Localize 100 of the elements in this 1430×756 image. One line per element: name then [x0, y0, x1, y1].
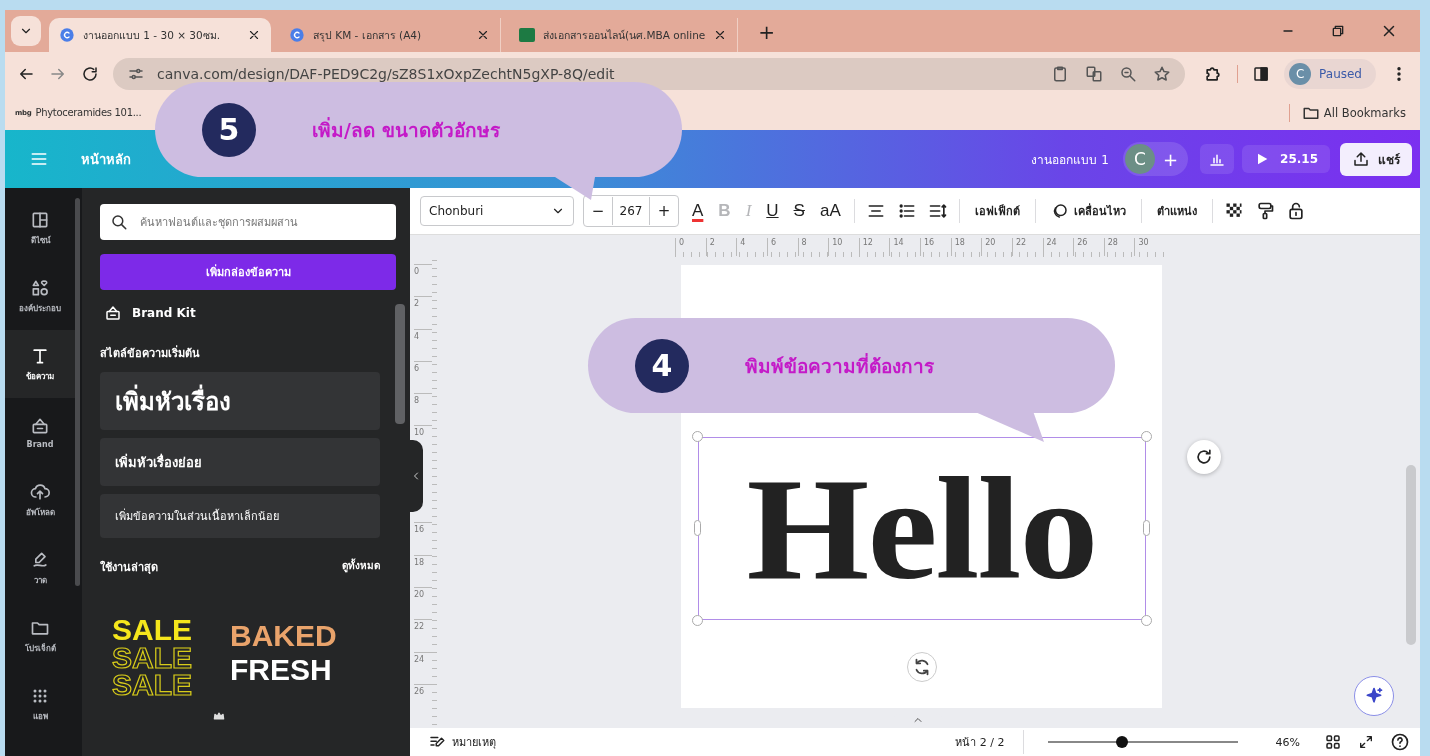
- search-icon: [110, 213, 128, 231]
- increase-button[interactable]: +: [650, 202, 678, 220]
- zoom-slider-thumb[interactable]: [1116, 736, 1129, 748]
- resize-handle[interactable]: [1140, 431, 1152, 442]
- collapse-panel-handle[interactable]: [410, 440, 423, 512]
- text-style-option[interactable]: เพิ่มหัวเรื่องย่อย: [100, 438, 380, 486]
- font-dropdown[interactable]: Chonburi: [420, 196, 574, 226]
- ruler-label: 20: [414, 586, 432, 620]
- brand-kit-link[interactable]: Brand Kit: [104, 304, 396, 322]
- sidebar-item[interactable]: ข้อความ: [5, 330, 75, 398]
- logo-icon: [289, 27, 305, 43]
- ruler-label: 6: [414, 360, 432, 394]
- text-style-option[interactable]: เพิ่มหัวเรื่อง: [100, 372, 380, 430]
- close-icon[interactable]: [247, 28, 261, 42]
- resize-handle[interactable]: [1140, 615, 1152, 626]
- tab-title: ส่งเอกสารออนไลน์(นศ.MBA online: [543, 27, 706, 43]
- sparkle-icon: [1364, 686, 1384, 706]
- translate-icon[interactable]: [1085, 64, 1104, 83]
- sidebar-item[interactable]: องค์ประกอบ: [5, 262, 75, 330]
- animate-button[interactable]: เคลื่อนไหว: [1046, 202, 1130, 220]
- address-bar[interactable]: canva.com/design/DAF-PED9C2g/sZ8S1xOxpZechtN5gXP-8Q/edit: [113, 57, 1186, 90]
- ruler-label: 4: [736, 238, 767, 256]
- ruler-label: 30: [1134, 238, 1165, 256]
- zoom-percent[interactable]: 46%: [1275, 735, 1300, 749]
- side-panel-icon[interactable]: [1252, 64, 1271, 83]
- restore-icon[interactable]: [1330, 23, 1346, 39]
- ruler-label: 22: [414, 619, 432, 652]
- strike-button[interactable]: S: [791, 201, 807, 221]
- resize-handle[interactable]: [1142, 520, 1150, 536]
- page-indicator[interactable]: หน้า 2 / 2: [955, 733, 1005, 751]
- close-icon[interactable]: [476, 28, 490, 42]
- resize-handle[interactable]: [693, 520, 701, 536]
- add-textbox-button[interactable]: เพิ่มกล่องข้อความ: [100, 254, 396, 290]
- text-style-option[interactable]: เพิ่มข้อความในส่วนเนื้อหาเล็กน้อย: [100, 494, 380, 538]
- ruler-label: 0: [675, 238, 706, 256]
- design-title[interactable]: งานออกแบบ 1: [1031, 149, 1109, 169]
- timer: 25.15: [1280, 152, 1318, 166]
- search-field[interactable]: ค้นหาฟอนต์และชุดการผสมผสาน: [100, 204, 396, 240]
- resize-handle[interactable]: [691, 431, 703, 442]
- all-bookmarks-label: All Bookmarks: [1323, 105, 1406, 120]
- effects-button[interactable]: เอฟเฟ็กต์: [970, 202, 1024, 220]
- ruler-label: 4: [414, 328, 432, 361]
- template-text: BAKED: [230, 622, 337, 650]
- resize-handle[interactable]: [691, 615, 703, 626]
- spreadsheet-icon: [519, 28, 535, 42]
- case-button[interactable]: aA: [817, 201, 843, 221]
- notes-button[interactable]: หมายเหตุ: [428, 733, 496, 751]
- reload-icon[interactable]: [81, 64, 99, 83]
- section-title: ใช้งานล่าสุด: [100, 559, 158, 576]
- template-thumbnail[interactable]: BAKED FRESH: [230, 616, 337, 699]
- template-thumbnail[interactable]: SALE SALE SALE: [112, 616, 192, 699]
- ruler-label: 8: [414, 393, 432, 426]
- scrollbar[interactable]: [395, 304, 405, 424]
- sidebar-item[interactable]: วาด: [5, 534, 75, 602]
- browser-tab[interactable]: งานออกแบบ 1 - 30 × 30ซม.: [49, 18, 271, 52]
- decrease-button[interactable]: −: [584, 202, 612, 220]
- zoom-icon[interactable]: [1119, 64, 1138, 83]
- sidebar-item[interactable]: ดีไซน์: [5, 194, 75, 262]
- collaborators-chip[interactable]: C +: [1122, 142, 1189, 176]
- scrollbar[interactable]: [1406, 465, 1416, 645]
- ruler-label: 24: [1042, 238, 1074, 256]
- profile-status: Paused: [1319, 66, 1362, 81]
- ruler-label: 18: [414, 554, 432, 587]
- underline-button[interactable]: U: [764, 201, 781, 221]
- sidebar-item[interactable]: โปรเจ็กต์: [5, 602, 75, 670]
- fullscreen-icon[interactable]: [1358, 734, 1374, 750]
- share-button[interactable]: แชร์: [1340, 142, 1412, 176]
- sidebar-item[interactable]: Brand: [5, 398, 75, 466]
- line-spacing-icon[interactable]: [927, 201, 948, 221]
- template-text: SALE: [112, 671, 192, 699]
- font-size-stepper[interactable]: − 267 +: [583, 195, 679, 227]
- callout-text: เพิ่ม/ลด ขนาดตัวอักษร: [312, 116, 500, 143]
- ruler-label: 28: [1103, 238, 1135, 256]
- sidebar-item[interactable]: อัพโหลด: [5, 466, 75, 534]
- insights-button[interactable]: [1200, 144, 1235, 174]
- present-button[interactable]: 25.15: [1242, 145, 1330, 173]
- help-icon[interactable]: [1390, 732, 1410, 752]
- font-size-field[interactable]: 267: [612, 197, 650, 225]
- magic-button[interactable]: [1354, 676, 1394, 716]
- template-text: SALE: [112, 616, 192, 644]
- color-button[interactable]: A: [690, 201, 706, 221]
- star-icon[interactable]: [1153, 64, 1172, 83]
- template-text: FRESH: [230, 655, 333, 684]
- scrollbar[interactable]: [75, 198, 80, 586]
- grid-view-icon[interactable]: [1324, 733, 1342, 751]
- see-all-link[interactable]: ดูทั้งหมด: [342, 558, 380, 576]
- sidebar-item[interactable]: แอพ: [5, 670, 75, 738]
- profile-chip[interactable]: C Paused: [1284, 58, 1376, 89]
- add-collaborator[interactable]: +: [1162, 148, 1179, 170]
- all-bookmarks[interactable]: All Bookmarks: [1301, 103, 1406, 122]
- ruler-label: 24: [414, 651, 432, 684]
- new-tab-button[interactable]: +: [752, 20, 781, 44]
- position-button[interactable]: ตำแหน่ง: [1152, 202, 1201, 220]
- ruler-label: 10: [828, 238, 859, 256]
- shapes-icon: [30, 277, 50, 298]
- ruler-label: 22: [1011, 238, 1043, 256]
- rotate-button[interactable]: [1187, 440, 1221, 474]
- share-icon: [1352, 150, 1370, 168]
- search-input[interactable]: ค้นหาฟอนต์และชุดการผสมผสาน: [138, 214, 386, 230]
- tab-title: สรุป KM - เอกสาร (A4): [313, 27, 423, 44]
